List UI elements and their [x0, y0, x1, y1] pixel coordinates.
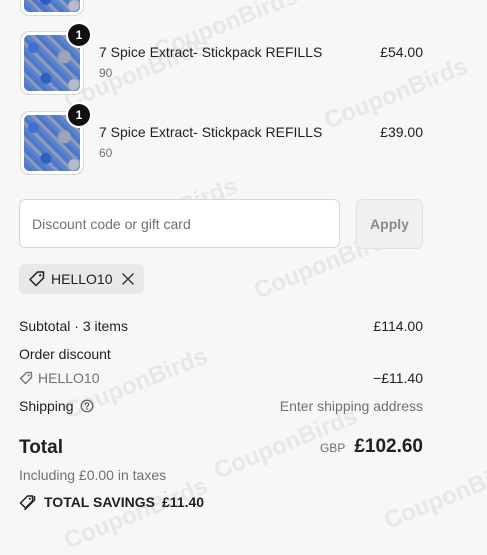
tag-icon [28, 270, 46, 288]
taxes-note: Including £0.00 in taxes [19, 467, 167, 483]
watermark: CouponBirds [320, 52, 472, 135]
shipping-value: Enter shipping address [279, 398, 423, 414]
total-savings-row: TOTAL SAVINGS £11.40 [19, 493, 204, 511]
item-title: 7 Spice Extract- Stickpack REFILLS [99, 44, 323, 60]
quantity-badge: 1 [68, 24, 90, 46]
discount-code-input[interactable] [19, 199, 340, 248]
order-discount-code-text: HELLO10 [38, 370, 100, 386]
shipping-label-row: Shipping [19, 398, 94, 414]
item-title: 7 Spice Extract- Stickpack REFILLS [99, 124, 323, 140]
product-thumbnail [20, 0, 84, 16]
close-icon[interactable] [121, 272, 135, 286]
order-discount-label: Order discount [19, 346, 111, 362]
item-price: £39.00 [380, 124, 423, 140]
total-row-value: GBP £102.60 [320, 436, 423, 458]
subtotal-label: Subtotal · 3 items [19, 318, 128, 334]
apply-button[interactable]: Apply [356, 199, 423, 249]
savings-label: TOTAL SAVINGS [44, 494, 155, 510]
applied-code-label: HELLO10 [51, 271, 113, 287]
savings-value: £11.40 [161, 494, 205, 510]
order-discount-code: HELLO10 [19, 370, 99, 386]
total-label: Total [19, 437, 63, 458]
double-tag-icon [19, 493, 37, 511]
tag-icon [19, 371, 33, 385]
help-circle-icon[interactable] [80, 399, 94, 413]
shipping-label: Shipping [19, 398, 74, 414]
subtotal-value: £114.00 [373, 318, 423, 334]
watermark: CouponBirds [380, 452, 487, 535]
total-currency: GBP [319, 441, 346, 455]
item-variant: 90 [99, 66, 113, 80]
total-value: £102.60 [354, 436, 423, 457]
quantity-badge: 1 [68, 104, 90, 126]
item-variant: 60 [99, 146, 113, 160]
item-price: £54.00 [380, 44, 423, 60]
order-discount-value: −£11.40 [373, 370, 423, 386]
applied-discount-chip: HELLO10 [19, 264, 144, 294]
watermark: CouponBirds [60, 472, 212, 555]
